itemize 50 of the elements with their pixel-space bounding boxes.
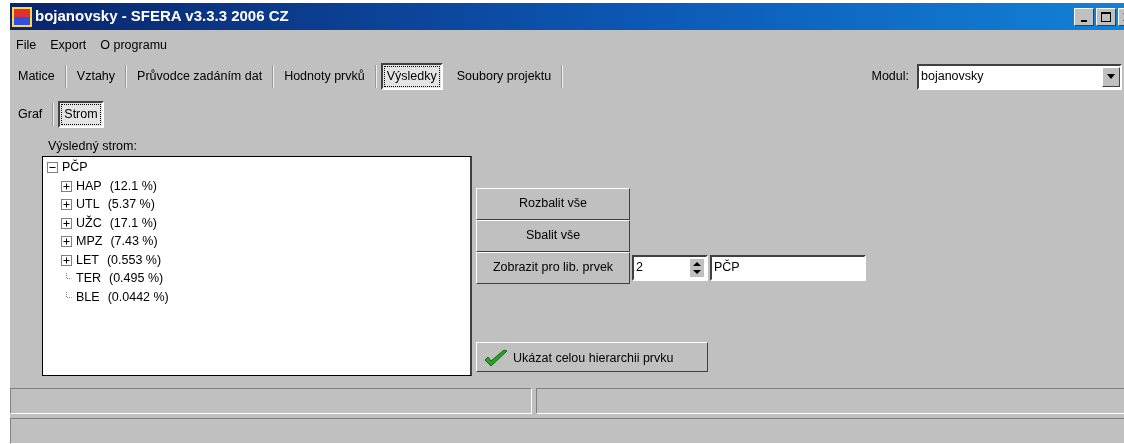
dropdown-arrow-icon[interactable] — [1107, 74, 1115, 80]
tab[interactable]: Vztahy — [66, 65, 128, 89]
tab[interactable]: Soubory projektu — [446, 65, 564, 89]
menu-item[interactable]: O programu — [100, 36, 167, 55]
plus-icon[interactable] — [61, 254, 72, 266]
node-share: (7.43 %) — [110, 233, 158, 251]
app-icon — [12, 6, 32, 27]
tab[interactable]: Matice — [16, 65, 67, 89]
window-title: bojanovsky - SFERA v3.3.3 2006 CZ — [35, 6, 289, 27]
tree-node[interactable]: UTL — [76, 195, 100, 215]
plus-icon[interactable] — [61, 199, 72, 211]
action-button[interactable]: Sbalit vše — [476, 219, 630, 252]
show-hierarchy-button[interactable]: Ukázat celou hierarchii prvku — [476, 341, 708, 372]
tree-node[interactable]: MPZ — [76, 232, 103, 252]
plus-icon[interactable] — [61, 180, 72, 192]
tree-label: Výsledný strom: — [47, 137, 138, 155]
node-share: (17.1 %) — [109, 214, 157, 232]
subtab[interactable]: Graf — [16, 103, 55, 127]
maximize-icon — [1101, 11, 1111, 22]
tree-node[interactable]: TER — [76, 269, 101, 289]
maximize-button[interactable] — [1096, 7, 1116, 26]
action-button[interactable]: Rozbalit vše — [476, 187, 630, 220]
tab[interactable]: Hodnoty prvků — [274, 65, 377, 89]
node-share: (12.1 %) — [109, 177, 157, 195]
tree-node[interactable]: PČP — [62, 158, 88, 178]
tree-node[interactable]: BLE — [76, 287, 100, 307]
plus-icon[interactable] — [61, 217, 72, 229]
node-share: (5.37 %) — [107, 196, 155, 214]
menu-item[interactable]: Export — [50, 36, 87, 55]
node-share: (0.553 %) — [106, 251, 162, 269]
number-spinner[interactable]: 2 — [632, 254, 708, 281]
tree-node[interactable]: HAP — [76, 176, 102, 196]
tab[interactable]: Průvodce zadáním dat — [127, 65, 275, 89]
checkmark-icon — [483, 348, 509, 369]
action-button[interactable]: Zobrazit pro lib. prvek — [476, 251, 630, 284]
minimize-button[interactable] — [1074, 7, 1094, 26]
module-dropdown[interactable]: bojanovsky — [917, 63, 1122, 90]
spinner-arrows-icon[interactable] — [690, 258, 704, 277]
subtab[interactable]: Strom — [58, 101, 104, 129]
plus-icon[interactable] — [61, 236, 72, 248]
tree-node[interactable]: LET — [76, 250, 99, 270]
minimize-icon — [1081, 19, 1087, 22]
element-field[interactable]: PČP — [710, 254, 866, 281]
tree-node[interactable]: UŽC — [76, 213, 102, 233]
tab[interactable]: Výsledky — [380, 63, 443, 91]
minus-icon[interactable] — [47, 162, 58, 174]
module-label: Modul: — [871, 68, 909, 86]
menu-item[interactable]: File — [16, 36, 37, 55]
node-share: (0.495 %) — [109, 270, 164, 288]
node-share: (0.0442 %) — [107, 288, 169, 306]
